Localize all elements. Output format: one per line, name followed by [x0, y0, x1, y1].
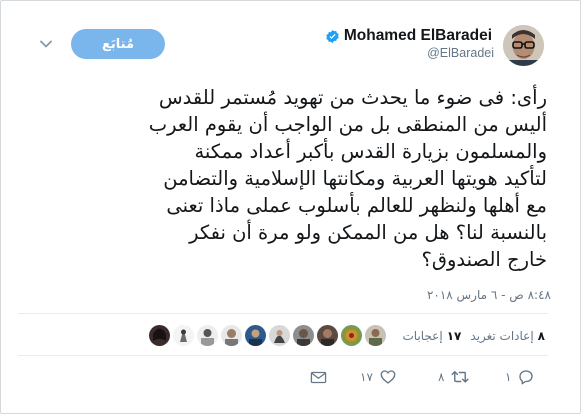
reply-count: ١ — [505, 370, 512, 384]
liker-avatar[interactable] — [197, 325, 218, 346]
retweet-action[interactable]: ٨ — [438, 367, 470, 387]
likes-stat[interactable]: ١٧ إعجابات — [402, 329, 461, 343]
likes-count: ١٧ — [446, 329, 462, 343]
tweet-text: رأى: فى ضوء ما يحدث من تهويد مُستمر للقد… — [60, 84, 547, 273]
reply-icon[interactable] — [517, 368, 535, 386]
message-action[interactable] — [310, 367, 327, 387]
liker-avatar[interactable] — [269, 325, 290, 346]
liker-avatar[interactable] — [221, 325, 242, 346]
following-button[interactable]: مُتابَع — [71, 29, 165, 59]
stats-top-divider — [18, 313, 548, 314]
tweet-line: لتأكيد هويتها العربية ومكانتها الإسلامية… — [163, 167, 547, 190]
retweet-icon[interactable] — [450, 368, 470, 386]
tweet-stats: ٨ إعادات تغريد ١٧ إعجابات — [402, 325, 545, 347]
author-display-name[interactable]: Mohamed ElBaradei — [344, 27, 492, 45]
tweet-line: بالنسبة لنا؟ هل من الممكن ولو مرة أن نفك… — [189, 221, 547, 244]
chevron-down-icon[interactable] — [40, 40, 52, 48]
like-action[interactable]: ١٧ — [360, 367, 397, 387]
author-avatar[interactable] — [503, 25, 544, 66]
message-icon[interactable] — [310, 370, 327, 385]
retweet-count: ٨ — [438, 370, 445, 384]
tweet-line: والمسلمون بزيارة القدس بأكبر أعداد ممكنة — [194, 140, 547, 163]
reply-action[interactable]: ١ — [505, 367, 535, 387]
likes-label: إعجابات — [402, 329, 443, 343]
retweets-count: ٨ — [537, 329, 545, 343]
liker-avatar[interactable] — [245, 325, 266, 346]
like-icon[interactable] — [379, 368, 397, 386]
retweets-label: إعادات تغريد — [470, 329, 534, 343]
liker-avatar[interactable] — [293, 325, 314, 346]
tweet-actions: ١ ٨ ١٧ — [300, 367, 550, 387]
tweet-line: خارج الصندوق؟ — [421, 248, 548, 271]
liker-avatar[interactable] — [173, 325, 194, 346]
like-count: ١٧ — [360, 370, 373, 384]
liker-avatar[interactable] — [365, 325, 386, 346]
retweets-stat[interactable]: ٨ إعادات تغريد — [470, 329, 545, 343]
verified-badge-icon — [326, 29, 339, 43]
tweet-line: مع أهلها ولنظهر للعالم بأسلوب عملى ماذا … — [166, 194, 547, 217]
liker-avatar[interactable] — [317, 325, 338, 346]
tweet-line: رأى: فى ضوء ما يحدث من تهويد مُستمر للقد… — [158, 86, 547, 109]
author-name-row[interactable]: Mohamed ElBaradei — [312, 27, 492, 45]
author-handle[interactable]: @ElBaradei — [427, 46, 494, 60]
author-portrait-icon — [503, 25, 544, 66]
liker-avatar[interactable] — [149, 325, 170, 346]
liker-avatars — [149, 324, 386, 347]
liker-avatar[interactable] — [341, 325, 362, 346]
tweet-line: أليس من المنطقى بل من الواجب أن يقوم الع… — [148, 113, 547, 136]
actions-top-divider — [18, 355, 548, 356]
tweet-timestamp[interactable]: ٨:٤٨ ص - ٦ مارس ٢٠١٨ — [427, 288, 551, 302]
